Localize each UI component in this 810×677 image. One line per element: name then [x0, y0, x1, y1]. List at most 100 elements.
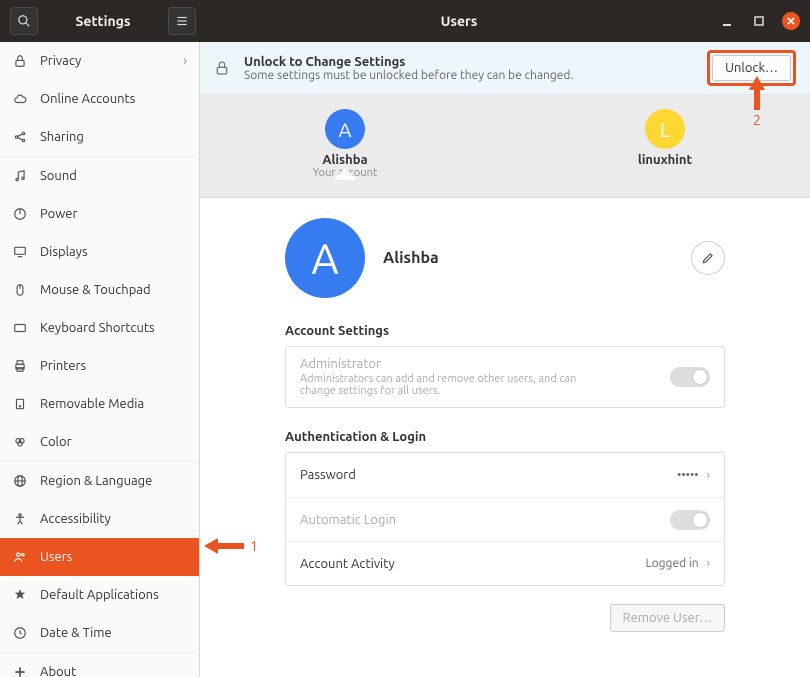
star-icon [12, 587, 28, 603]
user-tab-name: Alishba [295, 153, 395, 167]
content-pane: Unlock to Change Settings Some settings … [200, 42, 810, 677]
remove-user-button[interactable]: Remove User… [610, 604, 726, 632]
autologin-toggle[interactable] [670, 510, 710, 530]
share-icon [12, 129, 28, 145]
displays-icon [12, 244, 28, 260]
sidebar-item-label: Mouse & Touchpad [40, 283, 151, 297]
sidebar-item-printers[interactable]: Printers [0, 347, 199, 385]
sidebar-item-label: Users [40, 550, 72, 564]
user-tab-linuxhint[interactable]: L linuxhint [615, 109, 715, 179]
users-tab-strip: A Alishba Your account L linuxhint [200, 95, 810, 198]
sidebar-item-accessibility[interactable]: Accessibility [0, 500, 199, 538]
password-value: ••••• [677, 469, 699, 482]
sidebar-item-label: Default Applications [40, 588, 159, 602]
activity-value: Logged in [646, 557, 699, 570]
user-avatar-large: A [285, 218, 365, 298]
sidebar-item-online-accounts[interactable]: Online Accounts [0, 80, 199, 118]
minimize-button[interactable] [718, 12, 736, 30]
sidebar: Privacy › Online Accounts Sharing Sound P… [0, 42, 200, 677]
clock-icon [12, 625, 28, 641]
sidebar-item-power[interactable]: Power [0, 195, 199, 233]
accessibility-icon [12, 511, 28, 527]
sidebar-item-label: Displays [40, 245, 88, 259]
row-administrator: Administrator Administrators can add and… [286, 347, 724, 407]
close-button[interactable] [782, 12, 800, 30]
sidebar-item-label: Keyboard Shortcuts [40, 321, 155, 335]
admin-desc: Administrators can add and remove other … [300, 373, 600, 397]
sidebar-item-label: Online Accounts [40, 92, 135, 106]
avatar: A [325, 109, 365, 149]
hamburger-icon [175, 14, 189, 28]
search-button[interactable] [10, 7, 38, 35]
media-icon [12, 396, 28, 412]
globe-icon [12, 473, 28, 489]
row-autologin: Automatic Login [286, 497, 724, 541]
maximize-icon [754, 16, 764, 26]
user-tab-name: linuxhint [615, 153, 715, 167]
unlock-button[interactable]: Unlock… [712, 55, 791, 81]
chevron-right-icon: › [183, 54, 187, 68]
selected-tab-indicator [333, 168, 357, 180]
sidebar-item-date-time[interactable]: Date & Time [0, 614, 199, 652]
users-icon [12, 549, 28, 565]
cloud-icon [12, 91, 28, 107]
sidebar-item-default-apps[interactable]: Default Applications [0, 576, 199, 614]
plus-icon [12, 664, 28, 677]
sidebar-item-users[interactable]: Users [0, 538, 199, 576]
info-bar-subtitle: Some settings must be unlocked before th… [244, 69, 573, 82]
sidebar-item-label: Color [40, 435, 72, 449]
sidebar-item-label: Accessibility [40, 512, 111, 526]
pencil-icon [701, 251, 715, 265]
sidebar-item-label: Date & Time [40, 626, 112, 640]
unlock-info-bar: Unlock to Change Settings Some settings … [200, 42, 810, 95]
lock-icon [214, 60, 234, 76]
edit-name-button[interactable] [691, 241, 725, 275]
admin-label: Administrator [300, 357, 600, 371]
lock-icon [12, 53, 28, 69]
user-tab-alishba[interactable]: A Alishba Your account [295, 109, 395, 179]
sidebar-item-displays[interactable]: Displays [0, 233, 199, 271]
sidebar-item-sound[interactable]: Sound [0, 157, 199, 195]
titlebar: Settings Users [0, 0, 810, 42]
user-hero: A Alishba [285, 218, 725, 298]
color-icon [12, 434, 28, 450]
keyboard-icon [12, 320, 28, 336]
close-icon [787, 17, 795, 25]
admin-toggle[interactable] [670, 367, 710, 387]
sidebar-item-label: About [40, 665, 76, 677]
settings-title: Settings [42, 13, 164, 29]
sidebar-item-label: Printers [40, 359, 86, 373]
sidebar-item-region[interactable]: Region & Language [0, 462, 199, 500]
annotation-highlight-2: Unlock… [707, 50, 796, 86]
chevron-right-icon: › [707, 557, 710, 570]
sidebar-item-privacy[interactable]: Privacy › [0, 42, 199, 80]
power-icon [12, 206, 28, 222]
mouse-icon [12, 282, 28, 298]
sidebar-item-keyboard[interactable]: Keyboard Shortcuts [0, 309, 199, 347]
row-password[interactable]: Password •••••› [286, 453, 724, 497]
avatar: L [645, 109, 685, 149]
auth-panel: Password •••••› Automatic Login Account … [285, 452, 725, 586]
section-title-auth: Authentication & Login [285, 430, 725, 444]
page-title: Users [200, 13, 718, 29]
account-settings-panel: Administrator Administrators can add and… [285, 346, 725, 408]
printer-icon [12, 358, 28, 374]
user-detail: A Alishba Account Settings Administrator… [200, 198, 810, 677]
minimize-icon [721, 15, 733, 27]
menu-button[interactable] [168, 7, 196, 35]
sidebar-item-media[interactable]: Removable Media [0, 385, 199, 423]
sidebar-item-label: Privacy [40, 54, 81, 68]
search-icon [17, 14, 31, 28]
password-label: Password [300, 468, 356, 482]
sidebar-item-mouse[interactable]: Mouse & Touchpad [0, 271, 199, 309]
sidebar-item-color[interactable]: Color [0, 423, 199, 461]
sidebar-item-sharing[interactable]: Sharing [0, 118, 199, 156]
maximize-button[interactable] [750, 12, 768, 30]
sidebar-item-about[interactable]: About [0, 653, 199, 677]
sidebar-item-label: Power [40, 207, 77, 221]
sidebar-item-label: Region & Language [40, 474, 152, 488]
autologin-label: Automatic Login [300, 513, 396, 527]
row-activity[interactable]: Account Activity Logged in› [286, 541, 724, 585]
sidebar-item-label: Removable Media [40, 397, 144, 411]
user-name: Alishba [383, 249, 439, 267]
